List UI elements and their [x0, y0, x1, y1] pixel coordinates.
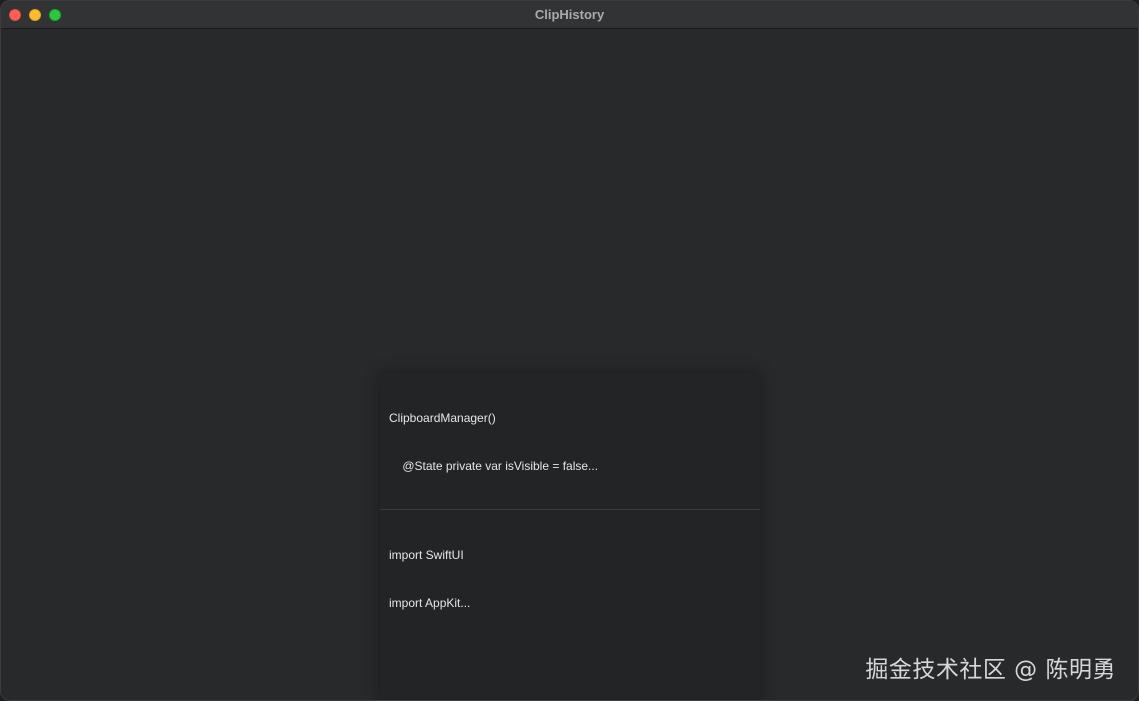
- app-window: ClipHistory ClipboardManager() @State pr…: [0, 0, 1139, 701]
- window-title: ClipHistory: [534, 7, 605, 22]
- title-bar[interactable]: ClipHistory: [1, 1, 1138, 29]
- watermark-text: 掘金技术社区 @ 陈明勇: [865, 657, 1116, 683]
- clipboard-item-line: import AppKit...: [389, 596, 471, 610]
- clipboard-history-panel: ClipboardManager() @State private var is…: [380, 373, 760, 700]
- clipboard-item[interactable]: ClipboardManager() @State private var is…: [380, 373, 760, 509]
- clipboard-item-line: import SwiftUI: [389, 548, 464, 562]
- clipboard-item-line: ClipboardManager(): [389, 411, 496, 425]
- clipboard-item-line: @State private var isVisible = false...: [389, 459, 599, 473]
- clipboard-item[interactable]: import SwiftUI import AppKit...: [380, 510, 760, 646]
